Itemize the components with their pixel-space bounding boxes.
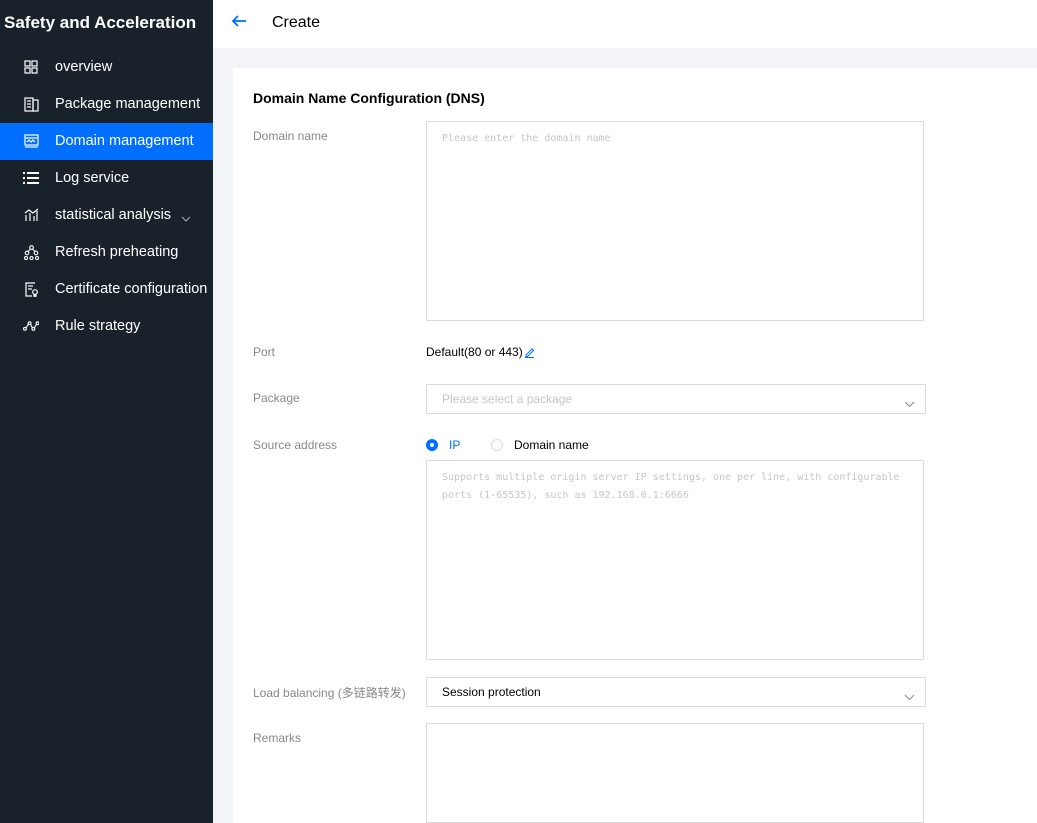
source-address-label: Source address bbox=[253, 438, 338, 452]
sidebar-item-label: Refresh preheating bbox=[55, 244, 179, 260]
grid-icon bbox=[23, 59, 39, 75]
domain-name-textarea[interactable]: Please enter the domain name bbox=[426, 121, 924, 321]
page-title: Create bbox=[272, 14, 321, 31]
sidebar-item-label: Certificate configuration bbox=[55, 281, 208, 297]
sidebar-item-rule-strategy[interactable]: Rule strategy bbox=[0, 308, 213, 345]
sidebar-item-label: Package management bbox=[55, 96, 201, 112]
chart-icon bbox=[23, 207, 39, 223]
back-arrow-icon[interactable] bbox=[231, 14, 249, 32]
sidebar-item-certificate-configuration[interactable]: Certificate configuration bbox=[0, 271, 213, 308]
chevron-down-icon bbox=[904, 688, 915, 706]
route-icon bbox=[23, 318, 39, 334]
edit-icon[interactable] bbox=[524, 347, 535, 358]
sidebar-item-overview[interactable]: overview bbox=[0, 49, 213, 86]
sidebar-item-domain-management[interactable]: Domain management bbox=[0, 123, 213, 160]
source-address-textarea[interactable]: Supports multiple origin server IP setti… bbox=[426, 460, 924, 660]
radio-unchecked-icon bbox=[491, 439, 503, 451]
package-label: Package bbox=[253, 391, 300, 405]
source-ip-radio[interactable]: IP bbox=[426, 438, 460, 452]
sidebar-nav: overview Package management Domain manag… bbox=[0, 49, 213, 345]
load-balancing-select[interactable]: Session protection bbox=[426, 677, 926, 707]
port-value: Default(80 or 443) bbox=[426, 345, 535, 359]
page-header: Create bbox=[213, 0, 1037, 48]
hierarchy-icon bbox=[23, 244, 39, 260]
form-card: Domain Name Configuration (DNS) Domain n… bbox=[233, 68, 1037, 823]
remarks-label: Remarks bbox=[253, 731, 302, 745]
sidebar-item-statistical-analysis[interactable]: statistical analysis bbox=[0, 197, 213, 234]
chevron-down-icon[interactable] bbox=[181, 210, 191, 226]
sidebar-item-package-management[interactable]: Package management bbox=[0, 86, 213, 123]
load-balancing-label: Load balancing (多链路转发) bbox=[253, 686, 406, 700]
load-balancing-value: Session protection bbox=[442, 685, 541, 699]
package-select[interactable]: Please select a package bbox=[426, 384, 926, 414]
source-domain-radio[interactable]: Domain name bbox=[491, 438, 589, 452]
sidebar: Safety and Acceleration overview Package… bbox=[0, 0, 213, 823]
source-address-placeholder: Supports multiple origin server IP setti… bbox=[442, 472, 900, 501]
chevron-down-icon bbox=[904, 395, 915, 413]
remarks-textarea[interactable] bbox=[426, 723, 924, 823]
sidebar-item-label: overview bbox=[55, 59, 113, 75]
sidebar-item-label: Log service bbox=[55, 170, 130, 186]
sidebar-item-label: Rule strategy bbox=[55, 318, 141, 334]
sidebar-item-label: Domain management bbox=[55, 133, 194, 149]
domain-icon bbox=[23, 133, 39, 149]
app-title: Safety and Acceleration bbox=[4, 13, 197, 32]
sidebar-item-refresh-preheating[interactable]: Refresh preheating bbox=[0, 234, 213, 271]
radio-label-domain: Domain name bbox=[514, 438, 589, 452]
sidebar-item-log-service[interactable]: Log service bbox=[0, 160, 213, 197]
domain-name-label: Domain name bbox=[253, 129, 328, 143]
package-placeholder: Please select a package bbox=[442, 392, 573, 406]
domain-name-placeholder: Please enter the domain name bbox=[442, 133, 611, 144]
port-value-text: Default(80 or 443) bbox=[426, 345, 523, 359]
certificate-icon bbox=[23, 281, 39, 297]
sidebar-item-label: statistical analysis bbox=[55, 207, 172, 223]
radio-checked-icon bbox=[426, 439, 438, 451]
package-icon bbox=[23, 96, 39, 112]
list-icon bbox=[23, 170, 39, 186]
section-title: Domain Name Configuration (DNS) bbox=[253, 90, 485, 106]
radio-label-ip: IP bbox=[449, 438, 461, 452]
port-label: Port bbox=[253, 345, 276, 359]
